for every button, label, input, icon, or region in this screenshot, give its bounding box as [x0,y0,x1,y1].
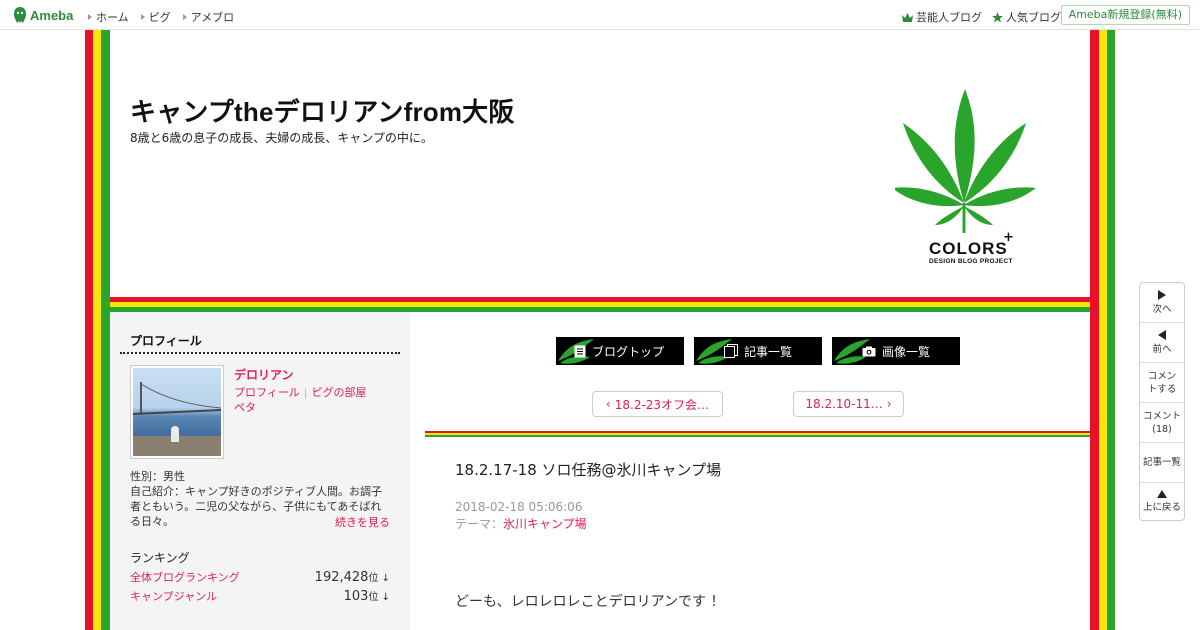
blog-header: キャンプtheデロリアンfrom大阪 8歳と6歳の息子の成長、夫婦の成長、キャン… [110,30,1090,297]
ameba-logo-text: Ameba [30,7,74,23]
ranking-value: 192,428位 ↓ [314,570,390,585]
arrow-left-icon [1158,329,1166,340]
prev-post-label: 18.2-23オフ会… [614,397,710,412]
right-stripe-yellow [1099,30,1107,630]
image-list-button[interactable]: 画像一覧 [832,337,960,365]
camera-icon [862,346,876,356]
profile-links: プロフィール | ピグの部屋 ペタ [234,385,367,415]
article-list-label: 記事一覧 [744,344,793,359]
image-list-label: 画像一覧 [882,344,931,359]
read-more-link[interactable]: 続きを見る [335,514,390,530]
nav-home[interactable]: ホーム [88,9,129,25]
prev-post-button[interactable]: ‹ 18.2-23オフ会… [592,391,723,417]
triangle-right-icon [88,14,92,20]
ranking-row-overall: 全体ブログランキング 192,428位 ↓ [130,569,390,585]
nav-ameblo[interactable]: アメブロ [182,9,234,25]
next-button[interactable]: 次へ [1140,283,1184,323]
ranking-row-camp: キャンプジャンル 103位 ↓ [130,588,390,604]
left-stripe-green [101,30,110,630]
arrow-up-icon [1157,490,1167,498]
article-list-button[interactable]: 記事一覧 [694,337,822,365]
top-bar: Ameba ホーム ピグ アメブロ 芸能人ブログ 人気ブログ Ameba新規登録… [0,0,1200,30]
register-button[interactable]: Ameba新規登録(無料) [1060,5,1190,25]
top-nav: ホーム ピグ アメブロ [88,9,234,25]
next-post-button[interactable]: 18.2.10-11… › [793,391,904,417]
left-stripe-yellow [93,30,101,630]
prev-button[interactable]: 前へ [1140,323,1184,363]
theme-link[interactable]: 氷川キャンプ場 [503,517,587,531]
colors-logo-text: COLORS [929,239,1008,258]
documents-icon [724,344,738,358]
ranking-value: 103位 ↓ [343,589,390,604]
left-stripe-red [85,30,93,630]
write-comment-button[interactable]: コメントする [1140,363,1184,403]
nav-pigg[interactable]: ピグ [140,9,171,25]
right-stripe-green [1107,30,1115,630]
profile-gender: 性別：男性 [130,470,185,483]
avatar[interactable] [130,365,224,459]
pigg-room-link[interactable]: ピグの部屋 [312,386,367,399]
sidebar: プロフィール デロリアン プロフィール | ピグの部屋 ペタ 性別：男性 自己紹介：… [110,312,410,630]
blog-top-label: ブログトップ [592,344,665,359]
colors-logo-plus: + [1003,230,1014,245]
chevron-left-icon: ‹ [605,397,611,411]
article-date: 2018-02-18 05:06:06 [455,500,583,514]
link-separator: | [303,386,308,399]
profile-name[interactable]: デロリアン [234,366,294,383]
floating-nav: 次へ 前へ コメントする コメント (18) 記事一覧 上に戻る [1139,282,1185,521]
ameba-logo[interactable]: Ameba [13,5,73,25]
next-post-label: 18.2.10-11… [805,397,883,411]
ranking-label[interactable]: 全体ブログランキング [130,569,240,585]
article-body-text: どーも、レロレロレことデロリアンです ！ [455,594,725,610]
bridge-photo-icon [133,382,221,456]
ranking-label[interactable]: キャンプジャンル [130,588,217,604]
profile-link[interactable]: プロフィール [234,386,300,399]
celebrity-blog-link[interactable]: 芸能人ブログ [902,9,982,25]
arrow-right-icon [1158,289,1166,300]
right-stripe-red [1090,30,1099,630]
peta-link[interactable]: ペタ [234,401,256,414]
chevron-right-icon: › [886,397,892,411]
blog-top-button[interactable]: ブログトップ [556,337,684,365]
comments-button[interactable]: コメント (18) [1140,403,1184,443]
colors-logo-subtitle: DESIGN BLOG PROJECT [929,258,1013,265]
theme-label: テーマ： [455,517,504,531]
crown-icon [902,12,913,22]
ranking-heading: ランキング [130,551,190,565]
dotted-divider [120,352,400,354]
top-right-links: 芸能人ブログ 人気ブログ [902,9,1061,25]
blog-title[interactable]: キャンプtheデロリアンfrom大阪 [130,92,515,129]
blog-description: 8歳と6歳の息子の成長、夫婦の成長、キャンプの中に。 [130,131,433,145]
back-to-top-button[interactable]: 上に戻る [1140,483,1184,521]
profile-heading: プロフィール [130,334,202,348]
popular-blog-link[interactable]: 人気ブログ [992,9,1061,25]
article-list-side-button[interactable]: 記事一覧 [1140,443,1184,483]
article-theme: テーマ：氷川キャンプ場 [455,515,587,532]
avatar-photo [133,368,221,456]
triangle-right-icon [140,14,145,20]
article-title[interactable]: 18.2.17-18 ソロ任務@氷川キャンプ場 [455,459,721,480]
article-stripe-green [425,435,1090,437]
star-icon [992,11,1003,22]
triangle-right-icon [182,14,187,20]
comment-count: (18) [1152,423,1172,435]
ameba-mascot-icon [14,7,26,23]
document-icon [574,345,586,357]
